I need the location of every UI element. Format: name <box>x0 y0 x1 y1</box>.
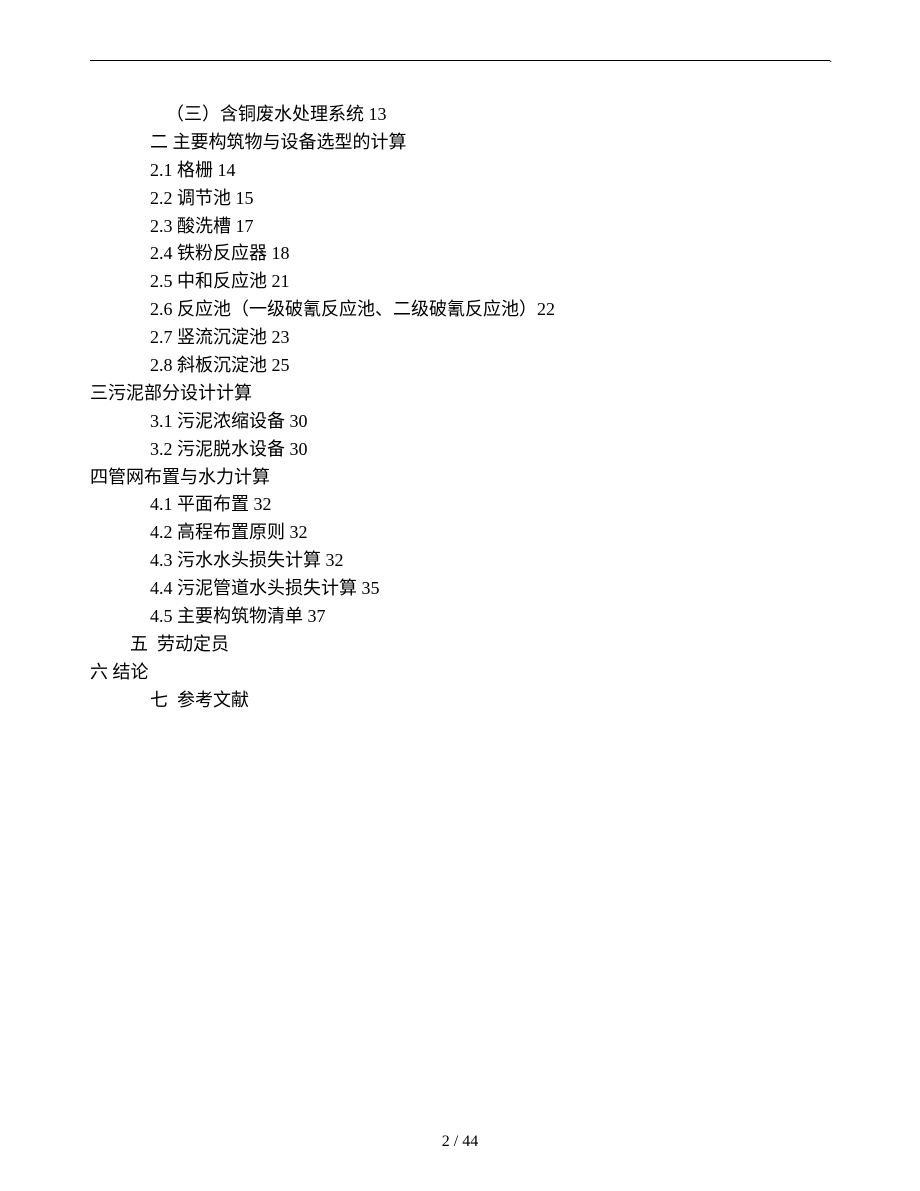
toc-line: 七 参考文献 <box>90 687 830 715</box>
toc-line: 二 主要构筑物与设备选型的计算 <box>90 129 830 157</box>
toc-line: 3.2 污泥脱水设备 30 <box>90 436 830 464</box>
toc-line: 4.5 主要构筑物清单 37 <box>90 603 830 631</box>
toc-line: 2.1 格栅 14 <box>90 157 830 185</box>
toc-line: 六 结论 <box>90 659 830 687</box>
toc-line: 4.3 污水水头损失计算 32 <box>90 547 830 575</box>
toc-line: 2.6 反应池（一级破氰反应池、二级破氰反应池）22 <box>90 296 830 324</box>
toc-line: 2.4 铁粉反应器 18 <box>90 240 830 268</box>
toc-line: 三污泥部分设计计算 <box>90 380 830 408</box>
toc-line: 2.2 调节池 15 <box>90 185 830 213</box>
toc-line: 2.5 中和反应池 21 <box>90 268 830 296</box>
toc-content: （三）含铜废水处理系统 13二 主要构筑物与设备选型的计算2.1 格栅 142.… <box>90 101 830 715</box>
page-footer: 2 / 44 <box>0 1133 920 1151</box>
toc-line: （三）含铜废水处理系统 13 <box>90 101 830 129</box>
toc-line: 2.7 竖流沉淀池 23 <box>90 324 830 352</box>
toc-line: 四管网布置与水力计算 <box>90 464 830 492</box>
toc-line: 2.8 斜板沉淀池 25 <box>90 352 830 380</box>
toc-line: 4.1 平面布置 32 <box>90 491 830 519</box>
toc-line: 五 劳动定员 <box>90 631 830 659</box>
toc-line: 4.2 高程布置原则 32 <box>90 519 830 547</box>
toc-line: 4.4 污泥管道水头损失计算 35 <box>90 575 830 603</box>
toc-line: 2.3 酸洗槽 17 <box>90 213 830 241</box>
page-number: 2 / 44 <box>442 1133 478 1150</box>
header-rule: . <box>90 60 830 61</box>
toc-line: 3.1 污泥浓缩设备 30 <box>90 408 830 436</box>
document-page: . （三）含铜废水处理系统 13二 主要构筑物与设备选型的计算2.1 格栅 14… <box>0 0 920 1191</box>
header-dot-icon: . <box>830 54 833 65</box>
